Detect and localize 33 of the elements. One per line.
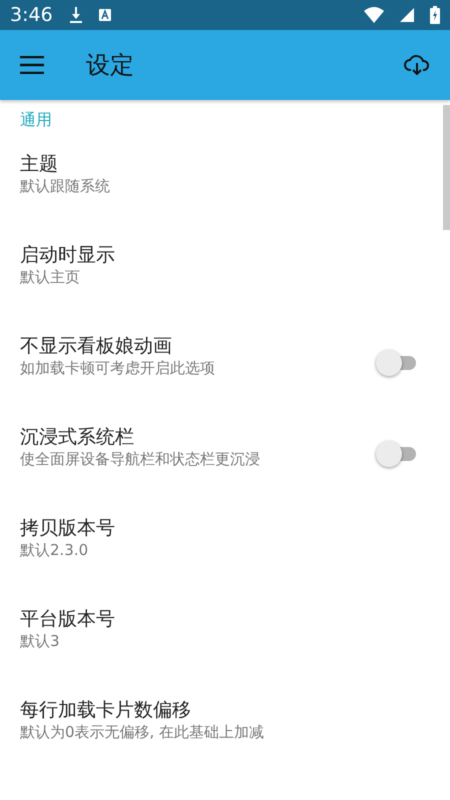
preference-item[interactable]: 拷贝版本号 默认2.3.0 bbox=[0, 504, 442, 595]
preference-summary: 默认为0表示无偏移, 在此基础上加减 bbox=[20, 722, 266, 742]
preference-title: 启动时显示 bbox=[20, 243, 116, 268]
toggle-switch[interactable] bbox=[376, 350, 416, 376]
menu-icon[interactable] bbox=[20, 56, 44, 74]
signal-icon bbox=[400, 8, 414, 22]
preference-title: 不显示看板娘动画 bbox=[20, 334, 173, 359]
preference-summary: 默认跟随系统 bbox=[20, 176, 111, 196]
preference-item[interactable]: 沉浸式系统栏 使全面屏设备导航栏和状态栏更沉浸 bbox=[0, 413, 442, 504]
preference-summary: 默认3 bbox=[20, 632, 61, 652]
download-icon bbox=[68, 7, 83, 23]
preference-item[interactable]: 不显示看板娘动画 如加载卡顿可考虑开启此选项 bbox=[0, 322, 442, 413]
preference-item[interactable]: 平台版本号 默认3 bbox=[0, 595, 442, 686]
preference-summary: 使全面屏设备导航栏和状态栏更沉浸 bbox=[20, 450, 261, 470]
preference-summary: 默认2.3.0 bbox=[20, 540, 90, 560]
toggle-switch[interactable] bbox=[376, 441, 416, 467]
wifi-icon bbox=[364, 7, 384, 23]
preference-summary: 默认主页 bbox=[20, 268, 81, 288]
preference-title: 拷贝版本号 bbox=[20, 516, 116, 541]
preference-summary: 如加载卡顿可考虑开启此选项 bbox=[20, 358, 216, 378]
status-time: 3:46 bbox=[10, 2, 53, 28]
preference-item[interactable]: 每行加载卡片数偏移 默认为0表示无偏移, 在此基础上加减 bbox=[0, 686, 442, 777]
preference-item[interactable]: 主题 默认跟随系统 bbox=[0, 140, 442, 231]
notification-icon bbox=[98, 9, 111, 21]
cloud-download-icon[interactable] bbox=[404, 54, 430, 76]
preference-item[interactable]: 启动时显示 默认主页 bbox=[0, 231, 442, 322]
preference-title: 每行加载卡片数偏移 bbox=[20, 698, 192, 723]
preference-title: 沉浸式系统栏 bbox=[20, 425, 135, 450]
preference-title: 平台版本号 bbox=[20, 607, 116, 632]
app-bar-title: 设定 bbox=[86, 50, 134, 81]
section-header: 通用 bbox=[20, 110, 52, 129]
battery-icon bbox=[430, 6, 440, 24]
preference-title: 主题 bbox=[20, 152, 59, 177]
